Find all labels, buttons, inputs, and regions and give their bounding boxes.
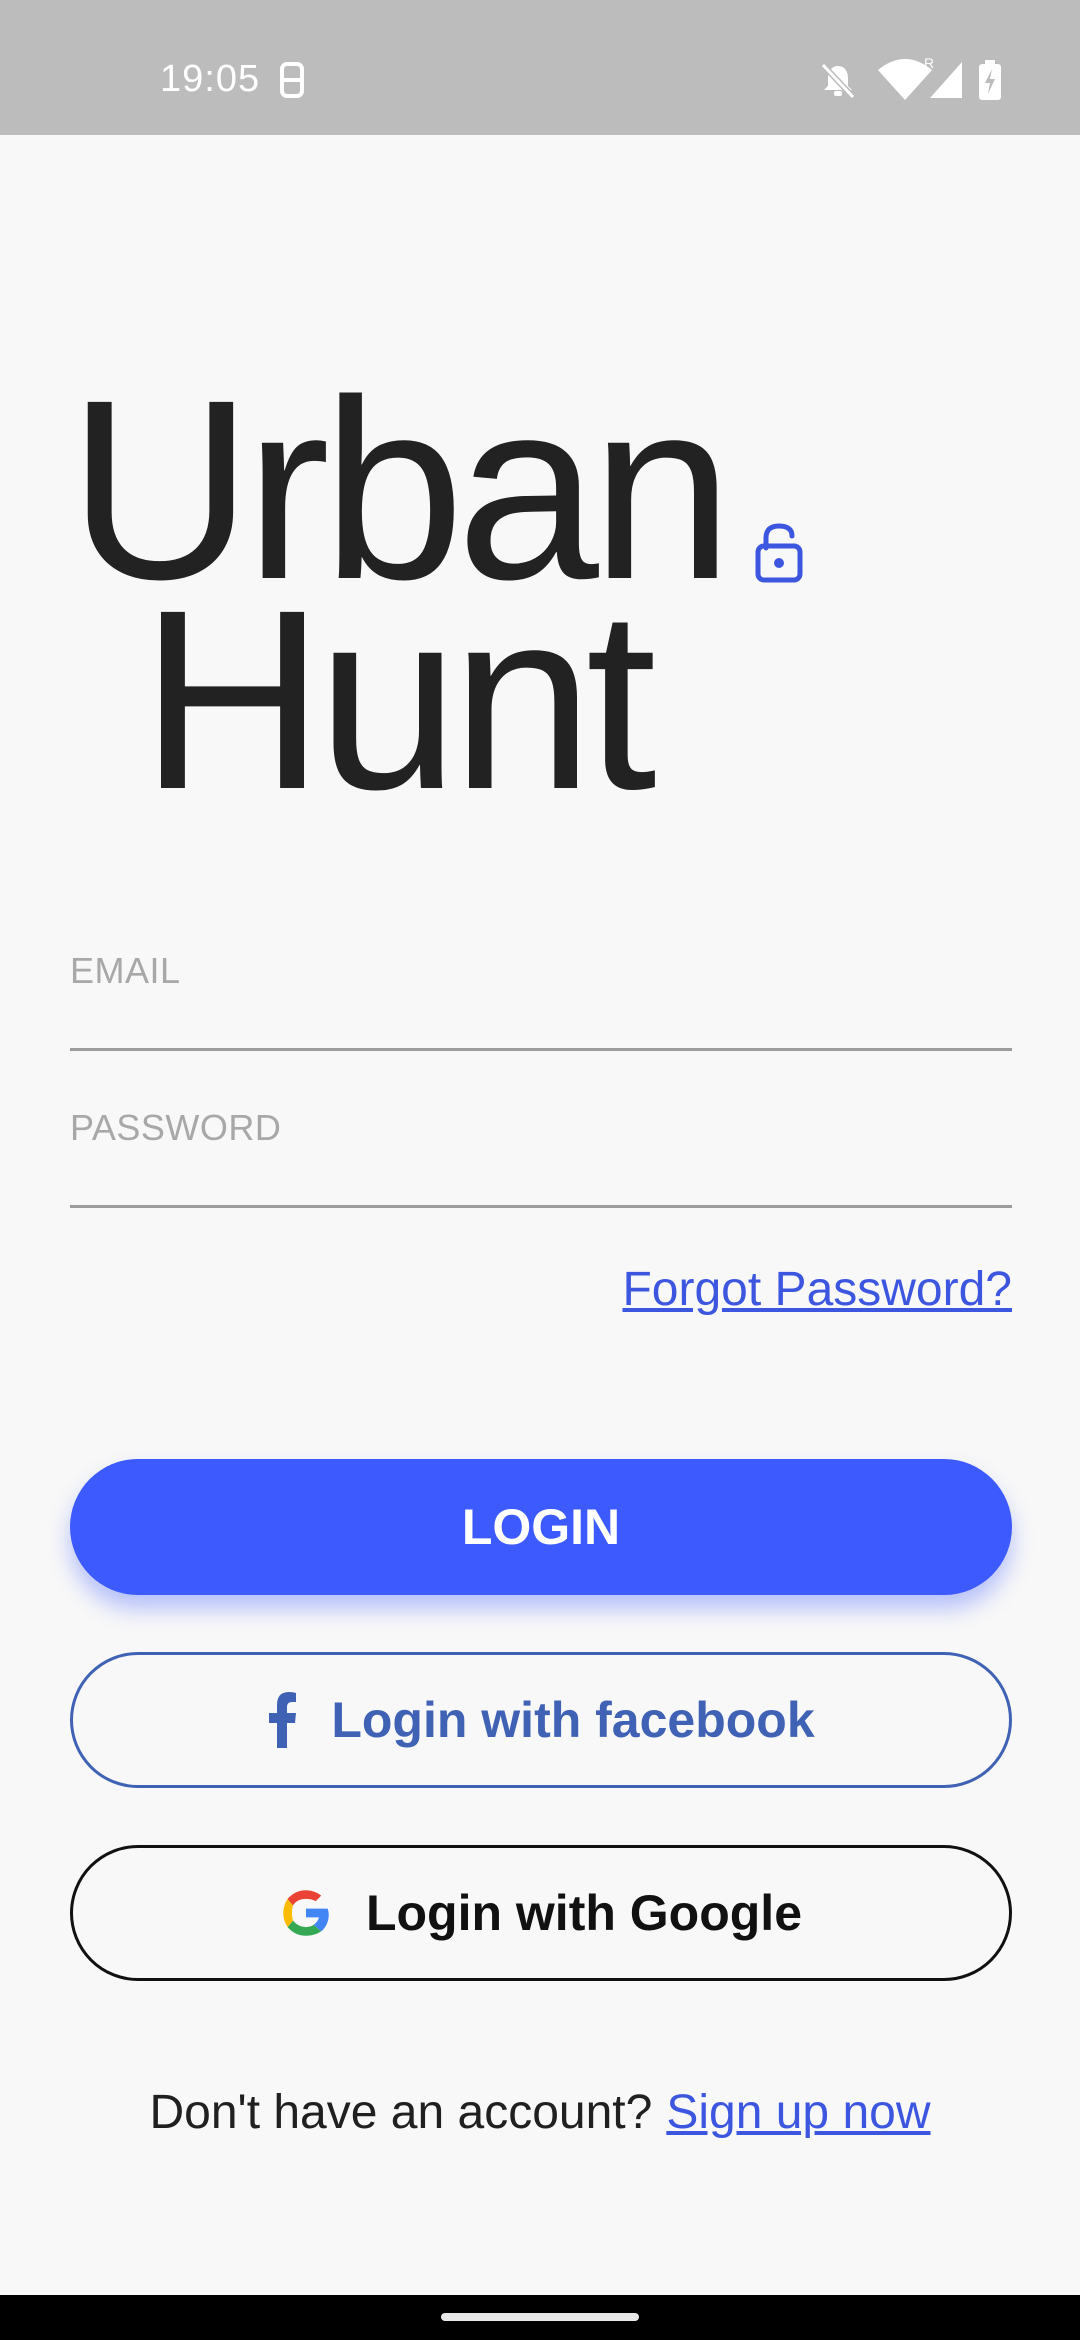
lock-icon [754,522,804,584]
status-bar: 19:05 R [0,0,1080,135]
battery-charging-icon [978,60,1002,105]
email-underline [70,1048,1012,1051]
facebook-login-button[interactable]: Login with facebook [70,1652,1012,1788]
email-field[interactable] [70,968,1016,1050]
bell-off-icon [818,60,858,105]
home-gesture-handle[interactable] [441,2313,639,2321]
google-login-button[interactable]: Login with Google [70,1845,1012,1981]
navigation-bar [0,2295,1080,2340]
signup-link[interactable]: Sign up now [666,2086,930,2139]
google-button-label: Login with Google [365,1885,803,1941]
google-icon [280,1887,332,1939]
screenshot-icon [276,60,308,105]
password-field[interactable] [70,1125,1016,1207]
login-button-label: LOGIN [461,1499,621,1555]
signup-row: Don't have an account? Sign up now [0,2085,1080,2140]
facebook-icon [267,1692,297,1748]
status-time: 19:05 [160,58,261,100]
password-underline [70,1205,1012,1208]
login-button[interactable]: LOGIN [70,1459,1012,1595]
forgot-password-link[interactable]: Forgot Password? [622,1262,1012,1317]
logo-hunt: Hunt [140,557,657,843]
signup-prompt: Don't have an account? [149,2086,653,2139]
signal-icon [928,60,964,105]
wifi-icon: R [876,55,934,107]
facebook-button-label: Login with facebook [331,1692,815,1748]
